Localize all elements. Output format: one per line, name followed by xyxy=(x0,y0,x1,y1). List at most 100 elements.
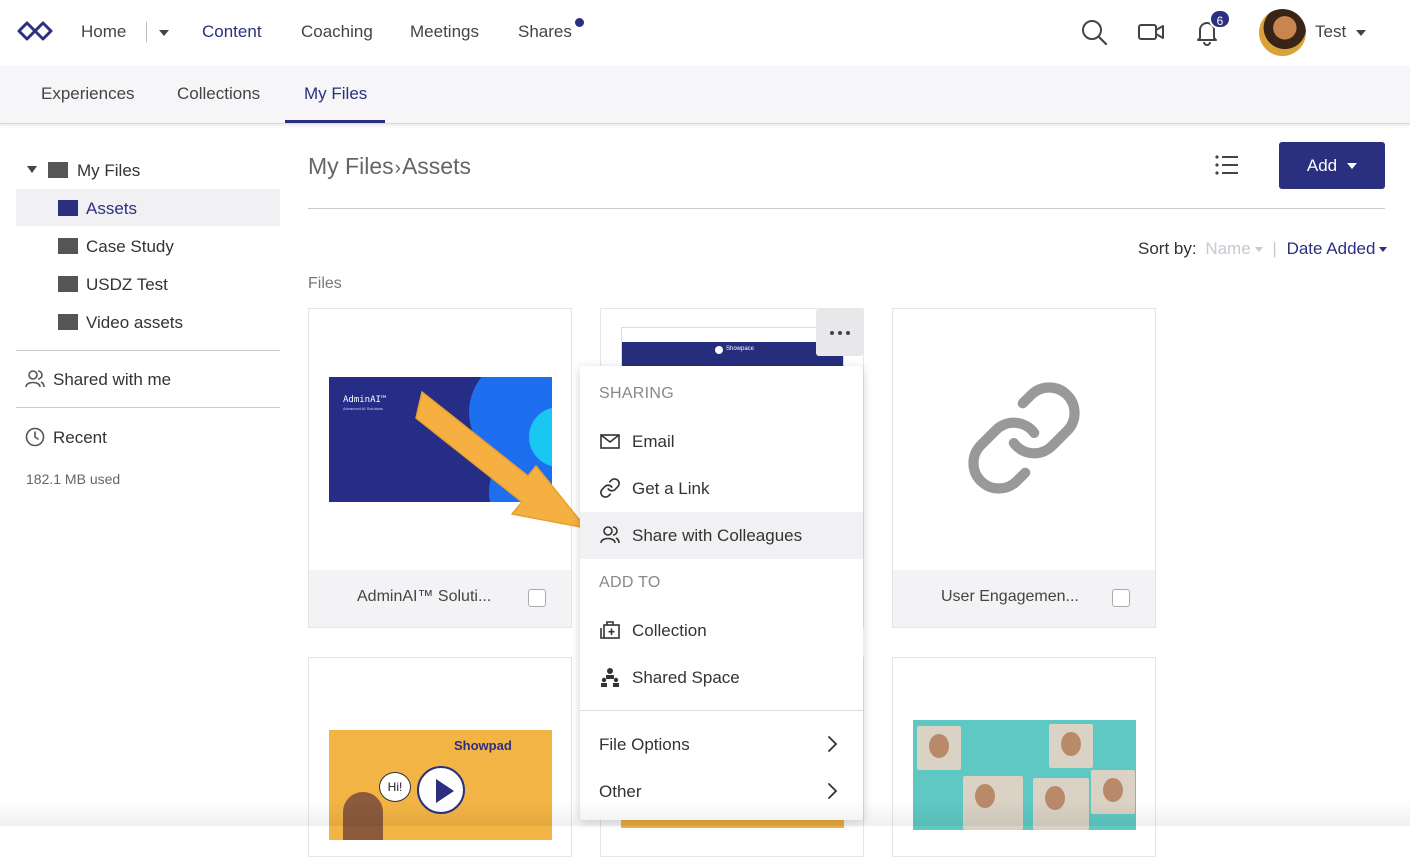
file-title[interactable]: User Engagemen... xyxy=(941,588,1079,606)
nav-content[interactable]: Content xyxy=(202,22,262,42)
sidebar-root-my-files[interactable]: My Files xyxy=(77,161,140,181)
menu-item-get-a-link[interactable]: Get a Link xyxy=(580,465,863,512)
list-view-icon[interactable] xyxy=(1214,153,1240,177)
thumbnail-title: AdminAI™ xyxy=(343,395,387,405)
add-button-label: Add xyxy=(1306,155,1338,175)
file-card[interactable] xyxy=(892,657,1156,857)
user-menu-chevron-icon[interactable] xyxy=(1356,30,1366,36)
sort-separator: | xyxy=(1272,239,1277,258)
active-tab-indicator xyxy=(285,120,385,123)
sidebar-item-case-study[interactable]: Case Study xyxy=(86,237,174,257)
menu-item-share-with-colleagues[interactable]: Share with Colleagues xyxy=(580,512,863,559)
breadcrumb: My Files›Assets xyxy=(308,153,471,180)
user-group-icon xyxy=(600,526,620,544)
folder-icon xyxy=(58,200,78,216)
sort-label: Sort by: xyxy=(1138,239,1197,258)
clock-icon xyxy=(25,427,45,447)
nav-coaching[interactable]: Coaching xyxy=(301,22,373,42)
search-icon[interactable] xyxy=(1080,18,1108,46)
nav-separator xyxy=(146,22,147,42)
envelope-icon xyxy=(600,434,620,449)
video-camera-icon[interactable] xyxy=(1137,18,1165,46)
menu-item-shared-space[interactable]: Shared Space xyxy=(580,654,863,701)
sidebar-item-usdz-test[interactable]: USDZ Test xyxy=(86,275,168,295)
storage-used: 182.1 MB used xyxy=(26,471,121,487)
shares-indicator-dot xyxy=(575,18,584,27)
user-group-icon xyxy=(25,370,45,388)
avatar[interactable] xyxy=(1259,9,1306,56)
sidebar-item-assets[interactable]: Assets xyxy=(86,199,137,219)
breadcrumb-root[interactable]: My Files xyxy=(308,153,394,179)
menu-item-other[interactable]: Other xyxy=(580,768,863,815)
nav-meetings[interactable]: Meetings xyxy=(410,22,479,42)
menu-item-label: Collection xyxy=(632,621,707,640)
sidebar-item-shared-with-me[interactable]: Shared with me xyxy=(53,370,171,390)
tab-my-files[interactable]: My Files xyxy=(304,84,367,104)
sort-name-label: Name xyxy=(1205,239,1251,258)
chevron-down-icon xyxy=(1254,247,1263,253)
file-select-checkbox[interactable] xyxy=(528,589,546,607)
file-thumbnail: Showpace xyxy=(621,327,844,367)
user-name[interactable]: Test xyxy=(1315,22,1346,42)
menu-section-sharing: SHARING xyxy=(599,385,674,402)
menu-item-label: Shared Space xyxy=(632,668,740,687)
file-card[interactable]: AdminAI™ Advanced AI Solutions AdminAI™ … xyxy=(308,308,572,628)
file-select-checkbox[interactable] xyxy=(1112,589,1130,607)
file-thumbnail: Showpad Hi! xyxy=(329,730,552,840)
menu-item-label: File Options xyxy=(599,735,690,754)
sort-controls: Sort by: Name | Date Added xyxy=(1138,239,1388,259)
file-thumbnail: AdminAI™ Advanced AI Solutions xyxy=(329,377,552,502)
sort-option-name[interactable]: Name xyxy=(1205,239,1263,258)
file-context-menu: SHARING Email Get a Link Share with Coll… xyxy=(580,366,863,820)
collapse-caret-icon[interactable] xyxy=(27,166,37,173)
menu-item-collection[interactable]: Collection xyxy=(580,607,863,654)
card-footer: AdminAI™ Soluti... xyxy=(309,570,571,627)
folder-icon xyxy=(58,314,78,330)
play-icon xyxy=(417,766,465,814)
chevron-down-icon xyxy=(1379,247,1388,253)
folder-icon xyxy=(48,162,68,178)
sort-date-label: Date Added xyxy=(1286,239,1376,258)
file-card[interactable]: Showpad Hi! xyxy=(308,657,572,857)
nav-shares[interactable]: Shares xyxy=(518,22,572,42)
file-card[interactable]: User Engagemen... xyxy=(892,308,1156,628)
sidebar-divider xyxy=(16,350,280,351)
dot-icon xyxy=(829,330,834,335)
thumbnail-speech-bubble: Hi! xyxy=(379,772,411,802)
link-icon xyxy=(968,382,1080,494)
shared-space-icon xyxy=(601,668,619,687)
dot-icon xyxy=(837,330,842,335)
breadcrumb-separator: › xyxy=(394,158,401,179)
add-button[interactable]: Add xyxy=(1279,142,1385,189)
menu-divider xyxy=(580,710,863,711)
sidebar-item-recent[interactable]: Recent xyxy=(53,428,107,448)
thumbnail-subtitle: Advanced AI Solutions xyxy=(343,406,384,411)
tab-collections[interactable]: Collections xyxy=(177,84,260,104)
menu-item-label: Get a Link xyxy=(632,479,710,498)
files-section-label: Files xyxy=(308,275,342,292)
menu-section-add-to: ADD TO xyxy=(599,574,661,591)
top-nav: Home Content Coaching Meetings Shares 6 … xyxy=(0,0,1410,66)
dot-icon xyxy=(845,330,850,335)
file-thumbnail xyxy=(913,720,1136,830)
menu-item-file-options[interactable]: File Options xyxy=(580,721,863,768)
home-dropdown-icon[interactable] xyxy=(159,30,169,36)
menu-item-email[interactable]: Email xyxy=(580,418,863,465)
sidebar-item-video-assets[interactable]: Video assets xyxy=(86,313,183,333)
thumbnail-brand: Showpace xyxy=(726,346,755,352)
chevron-down-icon xyxy=(1347,162,1358,169)
card-footer: User Engagemen... xyxy=(893,570,1155,627)
main-divider xyxy=(308,208,1385,209)
tab-experiences[interactable]: Experiences xyxy=(41,84,135,104)
menu-item-label: Share with Colleagues xyxy=(632,526,803,545)
link-icon xyxy=(600,478,620,498)
logo-icon[interactable] xyxy=(16,20,54,42)
sub-nav: Experiences Collections My Files xyxy=(0,66,1410,124)
more-options-button[interactable] xyxy=(816,309,863,356)
file-title[interactable]: AdminAI™ Soluti... xyxy=(357,588,491,606)
breadcrumb-current: Assets xyxy=(401,153,471,179)
nav-home[interactable]: Home xyxy=(81,22,126,42)
collection-add-icon xyxy=(600,621,620,639)
thumbnail-brand: Showpad xyxy=(454,738,512,753)
sort-option-date-added[interactable]: Date Added xyxy=(1287,239,1388,258)
